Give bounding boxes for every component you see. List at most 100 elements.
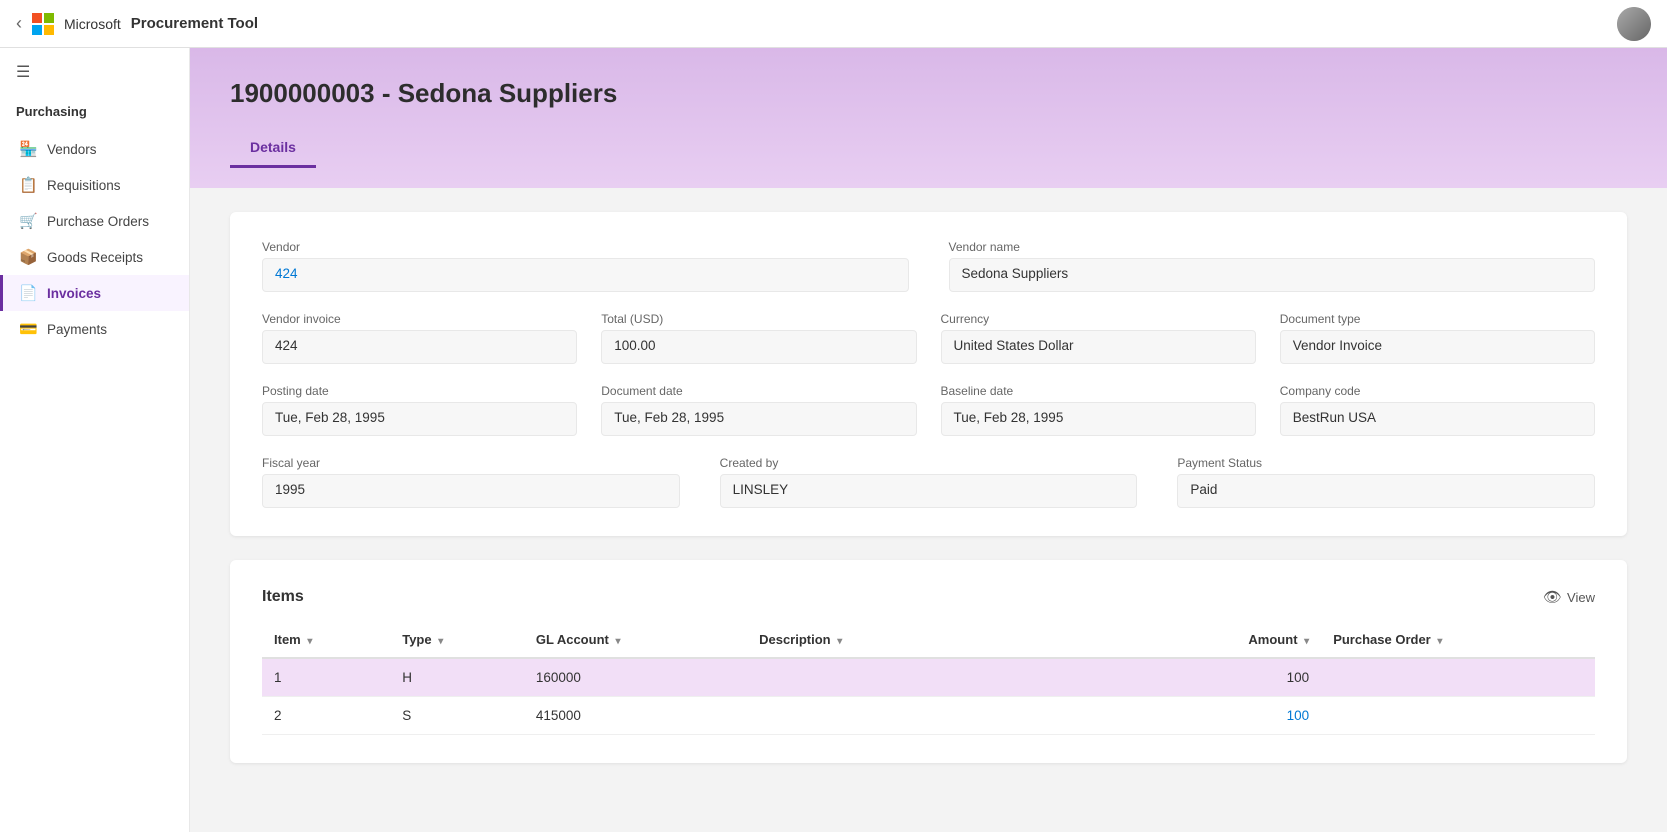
cell-type: H: [390, 658, 524, 697]
total-value: 100.00: [601, 330, 916, 364]
vendor-name-label: Vendor name: [949, 240, 1596, 254]
document-date-value: Tue, Feb 28, 1995: [601, 402, 916, 436]
sidebar-item-payments[interactable]: 💳 Payments: [0, 311, 189, 347]
sidebar-item-purchase-orders[interactable]: 🛒 Purchase Orders: [0, 203, 189, 239]
tab-details[interactable]: Details: [230, 129, 316, 168]
cell-purchase-order: [1321, 658, 1595, 697]
invoices-icon: 📄: [19, 284, 37, 302]
vendors-icon: 🏪: [19, 140, 37, 158]
col-gl-account-sort: ▾: [615, 636, 620, 647]
ms-logo-red: [32, 13, 42, 23]
sidebar: ☰ Purchasing 🏪 Vendors 📋 Requisitions 🛒 …: [0, 48, 190, 832]
topbar: ‹ Microsoft Procurement Tool: [0, 0, 1667, 48]
user-avatar[interactable]: [1617, 7, 1651, 41]
col-type-label: Type: [402, 632, 431, 647]
baseline-date-label: Baseline date: [941, 384, 1256, 398]
cell-item: 1: [262, 658, 390, 697]
purchase-orders-icon: 🛒: [19, 212, 37, 230]
total-field: Total (USD) 100.00: [601, 312, 916, 364]
payment-status-value: Paid: [1177, 474, 1595, 508]
view-button[interactable]: 👁 View: [1543, 588, 1595, 606]
cards-area: Vendor 424 Vendor name Sedona Suppliers …: [190, 188, 1667, 787]
view-button-label: View: [1567, 590, 1595, 605]
vendor-value[interactable]: 424: [262, 258, 909, 292]
fiscal-year-label: Fiscal year: [262, 456, 680, 470]
payment-status-label: Payment Status: [1177, 456, 1595, 470]
main-content: 1900000003 - Sedona Suppliers Details Ve…: [190, 48, 1667, 832]
avatar-image: [1617, 7, 1651, 41]
items-title: Items: [262, 588, 304, 606]
page-title: 1900000003 - Sedona Suppliers: [230, 78, 1627, 109]
sidebar-item-invoices[interactable]: 📄 Invoices: [0, 275, 189, 311]
microsoft-logo: [32, 13, 54, 35]
sidebar-item-label-invoices: Invoices: [47, 286, 101, 301]
col-amount[interactable]: Amount ▾: [1147, 622, 1321, 658]
vendor-invoice-label: Vendor invoice: [262, 312, 577, 326]
cell-description: [747, 697, 1147, 735]
items-table: Item ▾ Type ▾ GL Account ▾: [262, 622, 1595, 735]
cell-type: S: [390, 697, 524, 735]
cell-purchase-order: [1321, 697, 1595, 735]
details-card: Vendor 424 Vendor name Sedona Suppliers …: [230, 212, 1627, 536]
vendor-name-field: Vendor name Sedona Suppliers: [949, 240, 1596, 292]
sidebar-item-goods-receipts[interactable]: 📦 Goods Receipts: [0, 239, 189, 275]
tabs-bar: Details: [230, 129, 1627, 168]
hamburger-menu[interactable]: ☰: [0, 48, 189, 96]
company-code-label: Company code: [1280, 384, 1595, 398]
cell-description: [747, 658, 1147, 697]
back-button[interactable]: ‹: [16, 13, 22, 34]
payments-icon: 💳: [19, 320, 37, 338]
cell-amount[interactable]: 100: [1147, 697, 1321, 735]
cell-gl-account: 160000: [524, 658, 747, 697]
document-type-field: Document type Vendor Invoice: [1280, 312, 1595, 364]
sidebar-item-label-purchase-orders: Purchase Orders: [47, 214, 149, 229]
payment-status-field: Payment Status Paid: [1177, 456, 1595, 508]
ms-logo-yellow: [44, 25, 54, 35]
col-description[interactable]: Description ▾: [747, 622, 1147, 658]
ms-logo-green: [44, 13, 54, 23]
baseline-date-field: Baseline date Tue, Feb 28, 1995: [941, 384, 1256, 436]
vendor-invoice-field: Vendor invoice 424: [262, 312, 577, 364]
col-type-sort: ▾: [438, 636, 443, 647]
currency-label: Currency: [941, 312, 1256, 326]
table-row: 1H160000100: [262, 658, 1595, 697]
fiscal-year-value: 1995: [262, 474, 680, 508]
items-card: Items 👁 View Item ▾: [230, 560, 1627, 763]
main-layout: ☰ Purchasing 🏪 Vendors 📋 Requisitions 🛒 …: [0, 48, 1667, 832]
sidebar-item-label-goods-receipts: Goods Receipts: [47, 250, 143, 265]
eye-icon: 👁: [1543, 588, 1562, 606]
col-description-label: Description: [759, 632, 831, 647]
col-item-sort: ▾: [307, 636, 312, 647]
col-purchase-order-label: Purchase Order: [1333, 632, 1431, 647]
col-item[interactable]: Item ▾: [262, 622, 390, 658]
posting-date-value: Tue, Feb 28, 1995: [262, 402, 577, 436]
items-section-header: Items 👁 View: [262, 588, 1595, 606]
requisitions-icon: 📋: [19, 176, 37, 194]
cell-gl-account: 415000: [524, 697, 747, 735]
company-code-field: Company code BestRun USA: [1280, 384, 1595, 436]
currency-value: United States Dollar: [941, 330, 1256, 364]
page-header: 1900000003 - Sedona Suppliers Details: [190, 48, 1667, 188]
document-type-label: Document type: [1280, 312, 1595, 326]
sidebar-item-requisitions[interactable]: 📋 Requisitions: [0, 167, 189, 203]
col-purchase-order-sort: ▾: [1437, 636, 1442, 647]
vendor-name-value: Sedona Suppliers: [949, 258, 1596, 292]
sidebar-item-label-requisitions: Requisitions: [47, 178, 121, 193]
col-gl-account[interactable]: GL Account ▾: [524, 622, 747, 658]
col-amount-label: Amount: [1248, 632, 1297, 647]
created-by-value: LINSLEY: [720, 474, 1138, 508]
vendor-invoice-value: 424: [262, 330, 577, 364]
currency-field: Currency United States Dollar: [941, 312, 1256, 364]
table-header-row: Item ▾ Type ▾ GL Account ▾: [262, 622, 1595, 658]
sidebar-item-label-payments: Payments: [47, 322, 107, 337]
created-by-label: Created by: [720, 456, 1138, 470]
vendor-label: Vendor: [262, 240, 909, 254]
baseline-date-value: Tue, Feb 28, 1995: [941, 402, 1256, 436]
goods-receipts-icon: 📦: [19, 248, 37, 266]
sidebar-item-vendors[interactable]: 🏪 Vendors: [0, 131, 189, 167]
col-purchase-order[interactable]: Purchase Order ▾: [1321, 622, 1595, 658]
col-type[interactable]: Type ▾: [390, 622, 524, 658]
col-gl-account-label: GL Account: [536, 632, 609, 647]
document-date-label: Document date: [601, 384, 916, 398]
cell-item: 2: [262, 697, 390, 735]
